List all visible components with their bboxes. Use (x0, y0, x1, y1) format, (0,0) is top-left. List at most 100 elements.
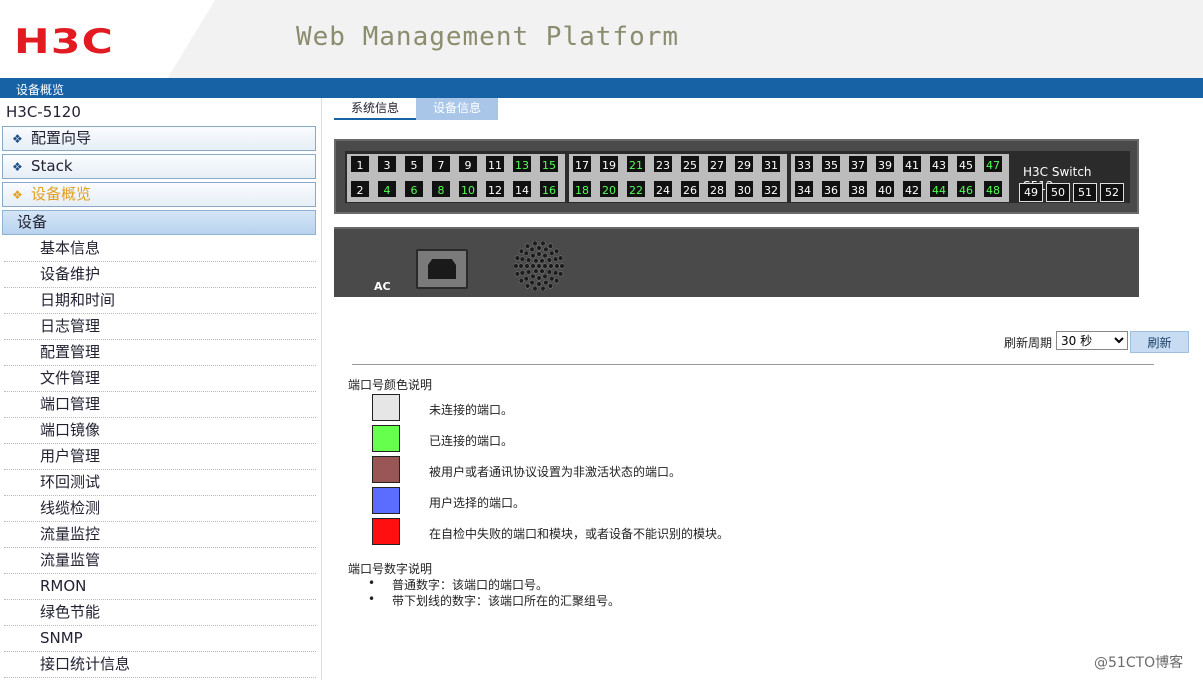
sfp-port-49[interactable]: 49 (1019, 183, 1043, 202)
nav-config-wizard[interactable]: ❖ 配置向导 (2, 126, 316, 151)
port-25[interactable]: 25 (679, 154, 701, 174)
port-34[interactable]: 34 (793, 179, 815, 199)
port-19[interactable]: 19 (598, 154, 620, 174)
sidebar-item[interactable]: 日期和时间 (4, 288, 316, 314)
sidebar-item[interactable]: 绿色节能 (4, 600, 316, 626)
port-number-normal: 普通数字：该端口的端口号。 (392, 578, 549, 592)
tab-device-info[interactable]: 设备信息 (416, 98, 498, 120)
refresh-period-select[interactable]: 30 秒 (1056, 331, 1128, 350)
legend-text: 已连接的端口。 (429, 434, 514, 448)
port-16[interactable]: 16 (538, 179, 560, 199)
port-12[interactable]: 12 (484, 179, 506, 199)
port-24[interactable]: 24 (652, 179, 674, 199)
fan-icon (514, 241, 564, 291)
port-37[interactable]: 37 (847, 154, 869, 174)
app-window: H3C Web Management Platform 设备概览 H3C-512… (0, 0, 1203, 680)
sidebar-item[interactable]: 环回测试 (4, 470, 316, 496)
sidebar-item[interactable]: 端口管理 (4, 392, 316, 418)
switch-front-panel: 1 2 3 4 5 6 7 8 9 10 11 12 13 14 15 16 17 18 19 20 21 22 23 24 2… (334, 139, 1139, 214)
port-1[interactable]: 1 (349, 154, 371, 174)
port-46[interactable]: 46 (955, 179, 977, 199)
sidebar-item[interactable]: 日志管理 (4, 314, 316, 340)
header: H3C Web Management Platform (0, 0, 1203, 78)
diamond-icon: ❖ (12, 160, 23, 174)
nav-stack[interactable]: ❖ Stack (2, 154, 316, 179)
port-35[interactable]: 35 (820, 154, 842, 174)
port-14[interactable]: 14 (511, 179, 533, 199)
port-number-legend-title: 端口号数字说明 (348, 562, 433, 576)
refresh-button[interactable]: 刷新 (1130, 331, 1189, 353)
sidebar-item[interactable]: 文件管理 (4, 366, 316, 392)
port-41[interactable]: 41 (901, 154, 923, 174)
port-23[interactable]: 23 (652, 154, 674, 174)
port-color-legend-title: 端口号颜色说明 (348, 378, 433, 392)
platform-title: Web Management Platform (296, 22, 680, 52)
port-18[interactable]: 18 (571, 179, 593, 199)
port-48[interactable]: 48 (982, 179, 1004, 199)
sidebar-item[interactable]: 流量监控 (4, 522, 316, 548)
sfp-port-51[interactable]: 51 (1073, 183, 1097, 202)
port-47[interactable]: 47 (982, 154, 1004, 174)
port-26[interactable]: 26 (679, 179, 701, 199)
port-3[interactable]: 3 (376, 154, 398, 174)
port-38[interactable]: 38 (847, 179, 869, 199)
sfp-port-50[interactable]: 50 (1046, 183, 1070, 202)
port-15[interactable]: 15 (538, 154, 560, 174)
port-44[interactable]: 44 (928, 179, 950, 199)
sidebar-item[interactable]: 用户管理 (4, 444, 316, 470)
port-2[interactable]: 2 (349, 179, 371, 199)
port-17[interactable]: 17 (571, 154, 593, 174)
legend-text: 被用户或者通讯协议设置为非激活状态的端口。 (429, 465, 682, 479)
nav-section-device[interactable]: 设备 (2, 210, 316, 235)
port-20[interactable]: 20 (598, 179, 620, 199)
sidebar-item[interactable]: 基本信息 (4, 236, 316, 262)
port-30[interactable]: 30 (733, 179, 755, 199)
sidebar-item[interactable]: 流量监管 (4, 548, 316, 574)
legend-text: 在自检中失败的端口和模块，或者设备不能识别的模块。 (429, 527, 730, 541)
port-11[interactable]: 11 (484, 154, 506, 174)
diamond-icon: ❖ (12, 132, 23, 146)
port-29[interactable]: 29 (733, 154, 755, 174)
divider (352, 364, 1154, 365)
port-9[interactable]: 9 (457, 154, 479, 174)
port-6[interactable]: 6 (403, 179, 425, 199)
sidebar-item[interactable]: 端口镜像 (4, 418, 316, 444)
sidebar-item[interactable]: 接口统计信息 (4, 652, 316, 678)
port-10[interactable]: 10 (457, 179, 479, 199)
port-27[interactable]: 27 (706, 154, 728, 174)
nav-device-overview[interactable]: ❖ 设备概览 (2, 182, 316, 207)
port-13[interactable]: 13 (511, 154, 533, 174)
port-22[interactable]: 22 (625, 179, 647, 199)
sidebar-item[interactable]: RMON (4, 574, 316, 600)
port-36[interactable]: 36 (820, 179, 842, 199)
port-28[interactable]: 28 (706, 179, 728, 199)
port-39[interactable]: 39 (874, 154, 896, 174)
legend-swatch (372, 518, 400, 545)
port-21[interactable]: 21 (625, 154, 647, 174)
port-31[interactable]: 31 (760, 154, 782, 174)
port-40[interactable]: 40 (874, 179, 896, 199)
sidebar-item[interactable]: SNMP (4, 626, 316, 652)
h3c-logo: H3C (14, 22, 115, 62)
switch-rear-panel: AC (334, 227, 1139, 297)
tab-system-info[interactable]: 系统信息 (334, 98, 416, 120)
bullet-icon: • (368, 576, 376, 590)
device-name: H3C-5120 (6, 103, 81, 121)
port-5[interactable]: 5 (403, 154, 425, 174)
sidebar-item[interactable]: 线缆检测 (4, 496, 316, 522)
watermark: @51CTO博客 (1094, 655, 1184, 671)
sidebar-item[interactable]: 配置管理 (4, 340, 316, 366)
port-4[interactable]: 4 (376, 179, 398, 199)
ac-label: AC (374, 280, 391, 293)
sfp-port-52[interactable]: 52 (1100, 183, 1124, 202)
breadcrumb: 设备概览 (16, 83, 65, 97)
port-7[interactable]: 7 (430, 154, 452, 174)
port-32[interactable]: 32 (760, 179, 782, 199)
port-45[interactable]: 45 (955, 154, 977, 174)
legend-swatch (372, 394, 400, 421)
port-42[interactable]: 42 (901, 179, 923, 199)
port-8[interactable]: 8 (430, 179, 452, 199)
port-33[interactable]: 33 (793, 154, 815, 174)
port-43[interactable]: 43 (928, 154, 950, 174)
sidebar-item[interactable]: 设备维护 (4, 262, 316, 288)
